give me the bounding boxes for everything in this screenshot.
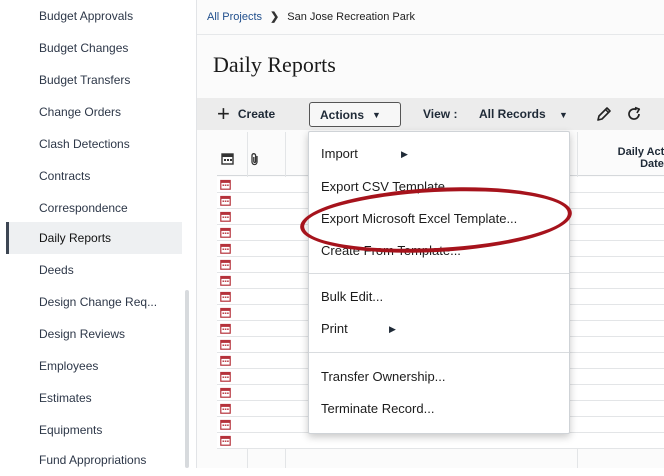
- column-header-daily-activity-date[interactable]: Daily Activity Date: [607, 146, 664, 170]
- toolbar: + Create Actions ▼ View : All Records ▼: [197, 98, 664, 130]
- sidebar-item-budget-approvals[interactable]: Budget Approvals: [6, 0, 182, 32]
- create-button-label: Create: [237, 107, 276, 121]
- sidebar-item-daily-reports[interactable]: Daily Reports: [6, 222, 182, 254]
- page-title: Daily Reports: [213, 52, 336, 77]
- calendar-icon[interactable]: [220, 371, 231, 382]
- calendar-icon[interactable]: [220, 275, 231, 286]
- caret-down-icon: ▼: [559, 110, 568, 120]
- calendar-icon[interactable]: [220, 243, 231, 254]
- menu-item-terminate-record[interactable]: Terminate Record...: [321, 399, 434, 419]
- calendar-icon[interactable]: [220, 195, 231, 206]
- menu-item-bulk-edit[interactable]: Bulk Edit...: [321, 287, 383, 307]
- plus-icon: +: [217, 101, 230, 126]
- paperclip-icon[interactable]: [249, 152, 261, 166]
- sidebar-item-design-change-requests[interactable]: Design Change Req...: [6, 286, 182, 318]
- refresh-icon[interactable]: [625, 105, 643, 123]
- menu-item-print[interactable]: Print: [321, 319, 348, 339]
- create-button[interactable]: + Create: [217, 102, 275, 126]
- breadcrumb: All Projects ❯ San Jose Recreation Park: [207, 0, 415, 34]
- menu-item-export-excel-template[interactable]: Export Microsoft Excel Template...: [321, 209, 517, 229]
- sidebar: Budget Approvals Budget Changes Budget T…: [0, 0, 196, 468]
- calendar-icon[interactable]: [220, 323, 231, 334]
- sidebar-item-change-orders[interactable]: Change Orders: [6, 96, 182, 128]
- sidebar-item-fund-appropriations[interactable]: Fund Appropriations: [6, 444, 182, 476]
- breadcrumb-divider: [197, 34, 664, 35]
- breadcrumb-all-projects-link[interactable]: All Projects: [207, 11, 262, 23]
- calendar-icon[interactable]: [220, 259, 231, 270]
- menu-item-export-csv-template[interactable]: Export CSV Template...: [321, 177, 456, 197]
- sidebar-item-contracts[interactable]: Contracts: [6, 160, 182, 192]
- menu-item-import-label: Import: [321, 146, 358, 161]
- caret-down-icon: ▼: [372, 109, 381, 120]
- submenu-arrow-icon: ▶: [389, 324, 396, 334]
- view-select-value: All Records: [479, 107, 546, 121]
- sidebar-item-clash-detections[interactable]: Clash Detections: [6, 128, 182, 160]
- view-label: View :: [423, 107, 458, 121]
- sidebar-item-employees[interactable]: Employees: [6, 350, 182, 382]
- calendar-icon[interactable]: [220, 179, 231, 190]
- calendar-icon[interactable]: [220, 307, 231, 318]
- actions-button-label: Actions: [320, 107, 365, 122]
- calendar-icon[interactable]: [220, 339, 231, 350]
- menu-separator: [309, 273, 569, 274]
- calendar-icon[interactable]: [220, 211, 231, 222]
- sidebar-item-estimates[interactable]: Estimates: [6, 382, 182, 414]
- sidebar-item-budget-changes[interactable]: Budget Changes: [6, 32, 182, 64]
- calendar-icon[interactable]: [221, 152, 234, 165]
- menu-item-print-label: Print: [321, 321, 348, 336]
- menu-separator: [309, 352, 569, 353]
- calendar-icon[interactable]: [220, 435, 231, 446]
- calendar-icon[interactable]: [220, 355, 231, 366]
- submenu-arrow-icon: ▶: [401, 149, 408, 159]
- sidebar-item-deeds[interactable]: Deeds: [6, 254, 182, 286]
- menu-item-import[interactable]: Import: [321, 144, 358, 164]
- table-row[interactable]: [217, 433, 664, 449]
- sidebar-item-correspondence[interactable]: Correspondence: [6, 192, 182, 224]
- sidebar-scrollbar[interactable]: [185, 290, 189, 468]
- breadcrumb-current-project: San Jose Recreation Park: [287, 11, 416, 23]
- actions-menu: Import ▶ Export CSV Template... Export M…: [308, 131, 570, 434]
- calendar-icon[interactable]: [220, 419, 231, 430]
- calendar-icon[interactable]: [220, 227, 231, 238]
- actions-button[interactable]: Actions ▼: [309, 102, 401, 127]
- calendar-icon[interactable]: [220, 403, 231, 414]
- menu-item-transfer-ownership[interactable]: Transfer Ownership...: [321, 367, 446, 387]
- sidebar-item-design-reviews[interactable]: Design Reviews: [6, 318, 182, 350]
- breadcrumb-separator-icon: ❯: [270, 11, 280, 23]
- calendar-icon[interactable]: [220, 291, 231, 302]
- view-select[interactable]: All Records ▼: [479, 107, 568, 121]
- sidebar-item-equipments[interactable]: Equipments: [6, 414, 182, 446]
- sidebar-item-budget-transfers[interactable]: Budget Transfers: [6, 64, 182, 96]
- calendar-icon[interactable]: [220, 387, 231, 398]
- pencil-icon[interactable]: [595, 105, 613, 123]
- menu-item-create-from-template[interactable]: Create From Template...: [321, 241, 461, 261]
